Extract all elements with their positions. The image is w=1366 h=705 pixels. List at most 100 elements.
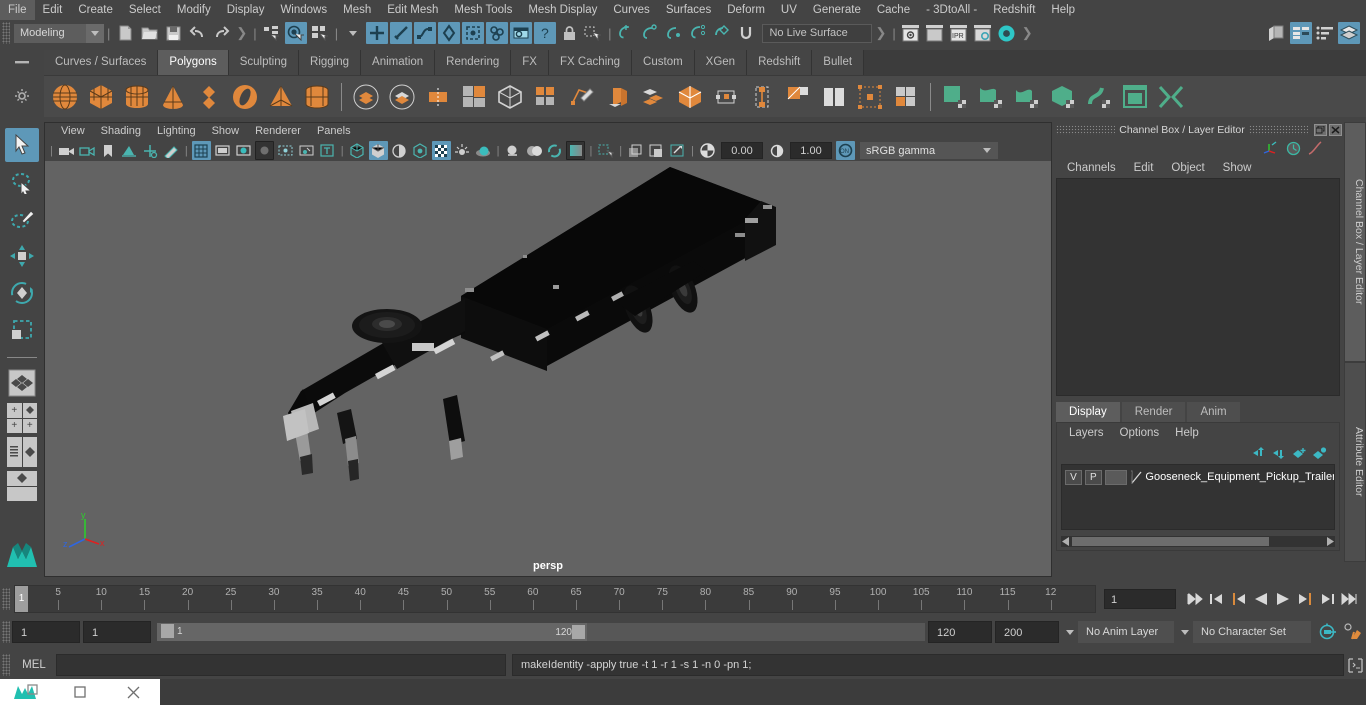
channel-box-icon[interactable] — [1338, 22, 1360, 44]
snap-view-plane-icon[interactable] — [462, 22, 485, 44]
single-perspective-layout[interactable] — [5, 366, 39, 400]
xray-joints-icon[interactable] — [626, 141, 645, 160]
bridge-icon[interactable] — [637, 80, 671, 114]
layer-menu-help[interactable]: Help — [1167, 427, 1207, 439]
layer-menu-layers[interactable]: Layers — [1061, 427, 1112, 439]
layer-playback-toggle[interactable]: P — [1084, 469, 1102, 485]
snap-to-grids-icon[interactable] — [615, 22, 637, 44]
text-overlay-icon[interactable] — [318, 141, 337, 160]
auto-keyframe-icon[interactable] — [1314, 623, 1340, 641]
viewport-gradient-icon[interactable] — [566, 141, 586, 160]
select-camera-icon[interactable] — [57, 141, 76, 160]
make-live-icon[interactable] — [486, 22, 509, 44]
shelf-tab-fx-caching[interactable]: FX Caching — [548, 50, 633, 75]
shelf-tab-bullet[interactable]: Bullet — [812, 50, 865, 75]
wireframe-shade-icon[interactable] — [348, 141, 367, 160]
menu-windows[interactable]: Windows — [272, 0, 335, 20]
scale-tool[interactable] — [5, 313, 39, 347]
poly-cone-icon[interactable] — [156, 80, 190, 114]
render-sequence-icon[interactable] — [924, 22, 946, 44]
poly-plane-icon[interactable] — [192, 80, 226, 114]
viewport-menu-renderer[interactable]: Renderer — [247, 123, 309, 140]
layer-color-swatch[interactable] — [1104, 469, 1127, 485]
layer-list-scrollbar[interactable] — [1061, 536, 1335, 547]
current-frame-field[interactable]: 1 — [1104, 589, 1176, 609]
viewport-menu-lighting[interactable]: Lighting — [149, 123, 204, 140]
menu-3dtoall[interactable]: - 3DtoAll - — [918, 0, 985, 20]
show-hide-editor-icon[interactable] — [1266, 22, 1288, 44]
save-scene-icon[interactable] — [162, 22, 184, 44]
go-to-start-icon[interactable] — [1184, 588, 1206, 610]
target-weld-icon[interactable] — [745, 80, 779, 114]
anim-layer-selector[interactable]: No Anim Layer — [1078, 621, 1174, 643]
render-current-frame-icon[interactable] — [900, 22, 922, 44]
script-editor-icon[interactable] — [1344, 657, 1366, 673]
snap-grid-icon[interactable] — [366, 22, 389, 44]
menu-edit[interactable]: Edit — [35, 0, 71, 20]
poly-pyramid-icon[interactable] — [264, 80, 298, 114]
viewport-canvas[interactable]: y z x persp — [45, 161, 1051, 576]
select-hierarchy-icon[interactable] — [261, 22, 283, 44]
layer-tab-anim[interactable]: Anim — [1187, 402, 1240, 422]
menu-file[interactable]: File — [0, 0, 35, 20]
panel-drag-handle[interactable] — [1056, 125, 1116, 135]
channel-menu-show[interactable]: Show — [1214, 162, 1261, 174]
hypergraph-persp-layout[interactable] — [7, 471, 37, 501]
gamma-icon[interactable] — [767, 141, 786, 160]
panel-drag-handle-right[interactable] — [1248, 125, 1308, 135]
channel-menu-channels[interactable]: Channels — [1058, 162, 1125, 174]
isolate-select-icon[interactable] — [596, 141, 615, 160]
move-layer-up-icon[interactable] — [1249, 447, 1269, 459]
boolean-intersection-icon[interactable] — [421, 80, 455, 114]
bookmark-icon[interactable] — [99, 141, 118, 160]
move-tool[interactable] — [5, 239, 39, 273]
command-language-label[interactable]: MEL — [12, 659, 56, 671]
use-all-lights-icon[interactable] — [411, 141, 430, 160]
mirror-icon[interactable] — [817, 80, 851, 114]
lasso-select-tool[interactable] — [5, 165, 39, 199]
snap-to-view-icon[interactable] — [711, 22, 733, 44]
shelf-tab-polygons[interactable]: Polygons — [158, 50, 229, 75]
ambient-occlusion-icon[interactable] — [474, 141, 493, 160]
transform-axis-icon[interactable] — [1260, 141, 1282, 155]
four-view-layout[interactable]: + + + — [7, 403, 37, 433]
motion-blur-icon[interactable] — [503, 141, 522, 160]
shelf-tab-fx[interactable]: FX — [511, 50, 549, 75]
shelf-tab-sculpting[interactable]: Sculpting — [228, 50, 300, 75]
menu-select[interactable]: Select — [121, 0, 169, 20]
anim-start-field[interactable]: 1 — [12, 621, 80, 643]
poly-torus-icon[interactable] — [228, 80, 262, 114]
reduce-icon[interactable] — [853, 80, 887, 114]
viewport-menu-shading[interactable]: Shading — [93, 123, 149, 140]
current-time-indicator[interactable]: 1 — [15, 586, 28, 612]
live-surface-field[interactable]: No Live Surface — [762, 23, 873, 43]
range-end-field[interactable]: 120 — [928, 621, 992, 643]
gate-mask-icon[interactable] — [254, 141, 274, 160]
layer-list[interactable]: V P Gooseneck_Equipment_Pickup_Trailer — [1061, 464, 1335, 530]
sculpt-foamy-icon[interactable] — [1154, 80, 1188, 114]
sculpt-grab-icon[interactable] — [974, 80, 1008, 114]
step-forward-frame-icon[interactable] — [1294, 588, 1316, 610]
exposure-icon[interactable] — [698, 141, 717, 160]
snap-to-curves-icon[interactable] — [639, 22, 661, 44]
step-back-keyframe-icon[interactable] — [1206, 588, 1228, 610]
chevron-down-icon-2[interactable] — [1177, 629, 1193, 635]
viewport-menu-view[interactable]: View — [53, 123, 93, 140]
poly-cube-icon[interactable] — [84, 80, 118, 114]
close-window-icon[interactable] — [107, 686, 160, 699]
snap-to-points-icon[interactable] — [663, 22, 685, 44]
statusbar-grip[interactable] — [2, 22, 10, 44]
play-forwards-icon[interactable] — [1272, 588, 1294, 610]
chevron-down-icon[interactable] — [1062, 629, 1078, 635]
film-origin-icon[interactable] — [276, 141, 295, 160]
restore-window-icon[interactable] — [53, 686, 106, 698]
magnet-icon[interactable] — [735, 22, 757, 44]
viewport-menu-show[interactable]: Show — [204, 123, 248, 140]
shadows-icon[interactable] — [431, 141, 451, 160]
poly-sphere-icon[interactable] — [48, 80, 82, 114]
sculpt-relax-icon[interactable] — [1046, 80, 1080, 114]
exposure-field[interactable]: 0.00 — [721, 142, 764, 159]
maya-app-icon[interactable] — [0, 682, 53, 702]
graph-curve-icon[interactable] — [1304, 141, 1326, 155]
chevron-down-icon[interactable] — [976, 148, 998, 153]
